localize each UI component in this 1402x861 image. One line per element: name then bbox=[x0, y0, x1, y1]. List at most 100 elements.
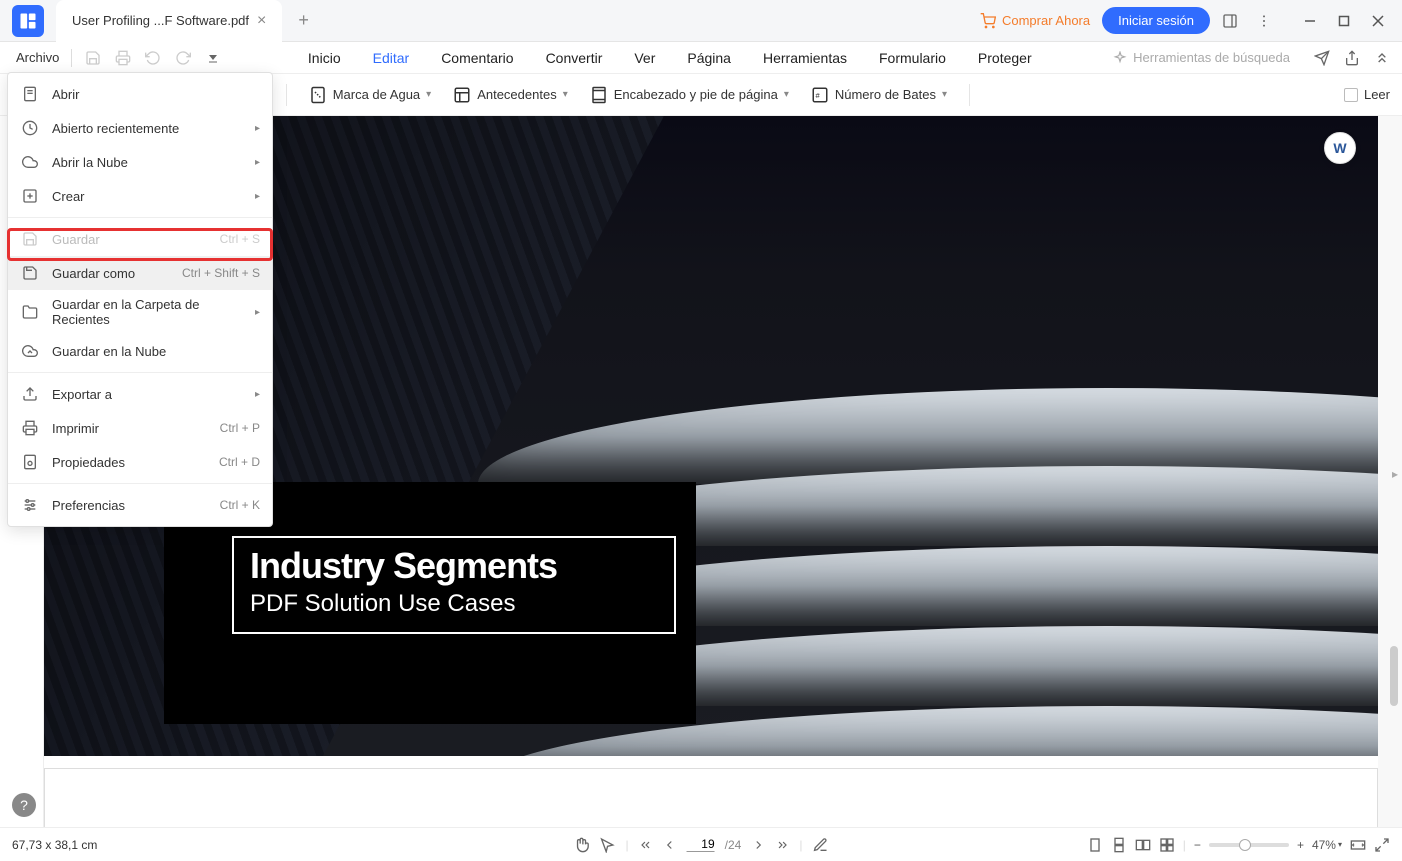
maximize-button[interactable] bbox=[1328, 7, 1360, 35]
bates-button[interactable]: # Número de Bates▾ bbox=[811, 86, 947, 104]
page-number-input[interactable] bbox=[687, 837, 715, 852]
export-icon bbox=[20, 384, 40, 404]
zoom-in-icon[interactable]: + bbox=[1297, 838, 1304, 852]
chevron-down-icon: ▾ bbox=[426, 89, 431, 100]
send-icon[interactable] bbox=[1314, 50, 1330, 66]
tab-proteger[interactable]: Proteger bbox=[976, 46, 1034, 70]
tab-comentario[interactable]: Comentario bbox=[439, 46, 515, 70]
chevron-down-icon: ▾ bbox=[942, 89, 947, 100]
view-continuous-icon[interactable] bbox=[1111, 837, 1127, 853]
recent-icon bbox=[20, 118, 40, 138]
view-two-icon[interactable] bbox=[1135, 837, 1151, 853]
preferences-icon bbox=[20, 495, 40, 515]
zoom-slider-thumb[interactable] bbox=[1239, 839, 1251, 851]
document-tab[interactable]: User Profiling ...F Software.pdf × bbox=[56, 0, 282, 42]
tab-inicio[interactable]: Inicio bbox=[306, 46, 343, 70]
menu-export[interactable]: Exportar a ▸ bbox=[8, 377, 272, 411]
minimize-button[interactable] bbox=[1294, 7, 1326, 35]
app-logo bbox=[12, 5, 44, 37]
zoom-out-icon[interactable]: − bbox=[1194, 838, 1201, 852]
view-grid-icon[interactable] bbox=[1159, 837, 1175, 853]
menu-save-cloud[interactable]: Guardar en la Nube bbox=[8, 334, 272, 368]
fit-width-icon[interactable] bbox=[1350, 837, 1366, 853]
fullscreen-icon[interactable] bbox=[1374, 837, 1390, 853]
prev-page-icon[interactable] bbox=[663, 838, 677, 852]
tab-title: User Profiling ...F Software.pdf bbox=[72, 13, 249, 28]
expand-icon[interactable] bbox=[1374, 50, 1390, 66]
bates-icon: # bbox=[811, 86, 829, 104]
page-total: /24 bbox=[725, 838, 742, 852]
first-page-icon[interactable] bbox=[639, 838, 653, 852]
zoom-percentage[interactable]: 47% ▾ bbox=[1312, 838, 1342, 852]
next-page-icon[interactable] bbox=[751, 838, 765, 852]
open-icon bbox=[20, 84, 40, 104]
watermark-icon bbox=[309, 86, 327, 104]
cloud-up-icon bbox=[20, 341, 40, 361]
tab-convertir[interactable]: Convertir bbox=[544, 46, 605, 70]
next-page-preview bbox=[44, 768, 1378, 827]
svg-text:#: # bbox=[815, 91, 820, 100]
arrow-right-icon: ▸ bbox=[255, 123, 260, 134]
right-nav-chevron[interactable]: ▸ bbox=[1392, 467, 1398, 481]
vertical-scrollbar[interactable] bbox=[1378, 116, 1402, 827]
panel-icon[interactable] bbox=[1216, 7, 1244, 35]
menu-properties[interactable]: Propiedades Ctrl + D bbox=[8, 445, 272, 479]
annotate-icon[interactable] bbox=[812, 837, 828, 853]
checkbox-icon bbox=[1344, 88, 1358, 102]
file-menu[interactable]: Archivo bbox=[12, 48, 63, 67]
menu-open-cloud[interactable]: Abrir la Nube ▸ bbox=[8, 145, 272, 179]
menu-preferences[interactable]: Preferencias Ctrl + K bbox=[8, 488, 272, 522]
tab-herramientas[interactable]: Herramientas bbox=[761, 46, 849, 70]
hand-tool-icon[interactable] bbox=[574, 837, 590, 853]
share-icon[interactable] bbox=[1344, 50, 1360, 66]
close-window-button[interactable] bbox=[1362, 7, 1394, 35]
search-placeholder: Herramientas de búsqueda bbox=[1133, 50, 1290, 65]
tab-formulario[interactable]: Formulario bbox=[877, 46, 948, 70]
export-word-button[interactable]: W bbox=[1324, 132, 1356, 164]
print-icon[interactable] bbox=[110, 45, 136, 71]
print-icon bbox=[20, 418, 40, 438]
more-icon[interactable] bbox=[1250, 7, 1278, 35]
select-tool-icon[interactable] bbox=[600, 837, 616, 853]
menu-print[interactable]: Imprimir Ctrl + P bbox=[8, 411, 272, 445]
tab-ver[interactable]: Ver bbox=[632, 46, 657, 70]
tab-editar[interactable]: Editar bbox=[371, 46, 412, 70]
view-single-icon[interactable] bbox=[1087, 837, 1103, 853]
statusbar: 67,73 x 38,1 cm | /24 | | − + 47% ▾ bbox=[0, 827, 1402, 861]
page-dimensions: 67,73 x 38,1 cm bbox=[12, 838, 97, 852]
menu-open[interactable]: Abrir bbox=[8, 77, 272, 111]
titlebar: User Profiling ...F Software.pdf × + Com… bbox=[0, 0, 1402, 42]
folder-icon bbox=[20, 302, 40, 322]
watermark-button[interactable]: Marca de Agua▾ bbox=[309, 86, 431, 104]
help-button[interactable]: ? bbox=[12, 793, 36, 817]
create-icon bbox=[20, 186, 40, 206]
save-icon[interactable] bbox=[80, 45, 106, 71]
tab-pagina[interactable]: Página bbox=[685, 46, 733, 70]
background-icon bbox=[453, 86, 471, 104]
redo-icon[interactable] bbox=[170, 45, 196, 71]
menu-open-recent[interactable]: Abierto recientemente ▸ bbox=[8, 111, 272, 145]
header-footer-button[interactable]: Encabezado y pie de página▾ bbox=[590, 86, 789, 104]
search-tools[interactable]: Herramientas de búsqueda bbox=[1113, 50, 1290, 65]
last-page-icon[interactable] bbox=[775, 838, 789, 852]
zoom-slider[interactable] bbox=[1209, 843, 1289, 847]
quick-dropdown-icon[interactable] bbox=[200, 45, 226, 71]
close-tab-icon[interactable]: × bbox=[257, 12, 266, 30]
buy-now-link[interactable]: Comprar Ahora bbox=[974, 9, 1096, 33]
arrow-right-icon: ▸ bbox=[255, 191, 260, 202]
buy-now-label: Comprar Ahora bbox=[1002, 13, 1090, 28]
login-button[interactable]: Iniciar sesión bbox=[1102, 7, 1210, 34]
menu-save-as[interactable]: Guardar como Ctrl + Shift + S bbox=[8, 256, 272, 290]
sparkle-icon bbox=[1113, 51, 1127, 65]
menu-create[interactable]: Crear ▸ bbox=[8, 179, 272, 213]
menu-save-recent-folder[interactable]: Guardar en la Carpeta de Recientes ▸ bbox=[8, 290, 272, 334]
scroll-thumb[interactable] bbox=[1390, 646, 1398, 706]
read-mode-toggle[interactable]: Leer bbox=[1344, 87, 1390, 102]
background-button[interactable]: Antecedentes▾ bbox=[453, 86, 568, 104]
undo-icon[interactable] bbox=[140, 45, 166, 71]
save-icon bbox=[20, 229, 40, 249]
slide-subtitle: PDF Solution Use Cases bbox=[250, 590, 658, 618]
menu-separator bbox=[8, 483, 272, 484]
new-tab-button[interactable]: + bbox=[290, 6, 317, 35]
properties-icon bbox=[20, 452, 40, 472]
